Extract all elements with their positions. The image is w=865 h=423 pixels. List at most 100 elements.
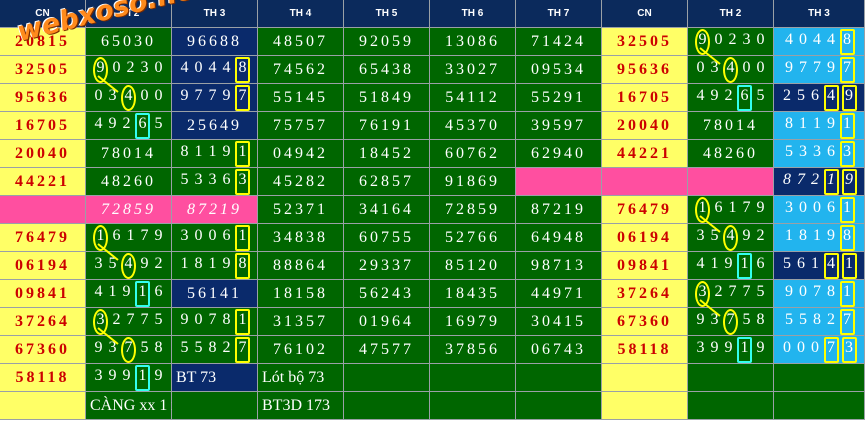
digit: 2 <box>714 282 723 300</box>
number-text: 95636 <box>617 60 672 78</box>
highlighted-digit: 4 <box>723 224 738 251</box>
number-cell: 55827 <box>774 308 865 336</box>
number-text: 41916 <box>694 252 768 279</box>
digit: 1 <box>108 282 117 300</box>
number-cell <box>688 364 774 392</box>
header-cell: CN <box>0 0 86 28</box>
note-cell: Lót bộ 73 <box>258 364 344 392</box>
number-text: 20815 <box>15 32 70 50</box>
digit: 0 <box>696 58 705 76</box>
highlighted-digit: 8 <box>235 252 250 279</box>
digit: 5 <box>154 114 163 132</box>
number-cell <box>602 392 688 420</box>
number-text: 03400 <box>92 84 166 111</box>
digit: 5 <box>180 338 189 356</box>
number-cell: 30061 <box>774 196 865 224</box>
number-text: 75757 <box>273 116 328 134</box>
digit: 0 <box>756 58 765 76</box>
number-cell: 06194 <box>0 252 86 280</box>
number-cell: 98713 <box>516 252 602 280</box>
digit: 9 <box>222 142 231 160</box>
digit: 8 <box>194 254 203 272</box>
digit: 9 <box>140 254 149 272</box>
number-cell: 74562 <box>258 56 344 84</box>
number-text: 78014 <box>703 116 758 134</box>
number-cell: 09534 <box>516 56 602 84</box>
number-cell: 47577 <box>344 336 430 364</box>
digit: 2 <box>811 170 819 188</box>
header-cell: TH 4 <box>258 0 344 28</box>
number-cell: 62940 <box>516 140 602 168</box>
digit: 1 <box>813 114 821 132</box>
number-text: 16979 <box>445 312 500 330</box>
highlighted-digit: 4 <box>823 84 839 111</box>
digit: 3 <box>742 30 751 48</box>
number-text: 41916 <box>92 280 166 307</box>
digit: 3 <box>710 58 719 76</box>
number-text: 71424 <box>531 32 586 50</box>
number-text: 60762 <box>445 144 500 162</box>
number-text: 39919 <box>92 364 166 391</box>
digit: 5 <box>140 338 149 356</box>
digit: 4 <box>696 86 705 104</box>
number-text: 18198 <box>782 224 856 251</box>
number-text: 34838 <box>273 228 328 246</box>
number-text: 20040 <box>15 144 70 162</box>
digit: 4 <box>696 254 705 272</box>
number-cell: 78014 <box>688 112 774 140</box>
digit: 6 <box>112 226 121 244</box>
digit: 7 <box>728 282 737 300</box>
number-text: 44971 <box>531 284 586 302</box>
digit: 9 <box>122 282 131 300</box>
digit: 8 <box>756 310 765 328</box>
digit: 9 <box>742 226 751 244</box>
number-cell: 32505 <box>0 56 86 84</box>
digit: 0 <box>208 226 217 244</box>
number-text: 95636 <box>15 88 70 106</box>
number-text: 37264 <box>617 284 672 302</box>
number-text: 30061 <box>782 196 856 223</box>
digit: 7 <box>799 58 807 76</box>
number-text: 16705 <box>617 88 672 106</box>
digit: 7 <box>194 86 203 104</box>
digit: 9 <box>154 226 163 244</box>
number-cell: 56141 <box>774 252 865 280</box>
number-cell: 25649 <box>774 84 865 112</box>
number-text: 30061 <box>178 224 252 251</box>
header-cell: CN <box>602 0 688 28</box>
digit: 5 <box>756 86 765 104</box>
highlighted-digit: 1 <box>93 224 108 251</box>
digit: 1 <box>208 254 217 272</box>
number-cell: 72859 <box>86 196 172 224</box>
number-cell: 16979 <box>430 308 516 336</box>
highlighted-digit: 1 <box>235 224 250 251</box>
digit: 5 <box>797 86 805 104</box>
digit: 7 <box>797 170 805 188</box>
number-text: 93758 <box>92 336 166 363</box>
digit: 6 <box>222 170 231 188</box>
number-cell: 53363 <box>172 168 258 196</box>
highlighted-digit: 3 <box>695 280 710 307</box>
digit: 3 <box>194 170 203 188</box>
number-text: 65438 <box>359 60 414 78</box>
digit: 9 <box>827 226 835 244</box>
number-cell: 76191 <box>344 112 430 140</box>
number-cell: 87219 <box>172 196 258 224</box>
number-cell: 64948 <box>516 224 602 252</box>
digit: 9 <box>756 198 765 216</box>
highlighted-digit: 7 <box>839 308 855 335</box>
number-cell: 90230 <box>688 28 774 56</box>
number-cell: 30061 <box>172 224 258 252</box>
number-text: 48507 <box>273 32 328 50</box>
number-cell: 31357 <box>258 308 344 336</box>
digit: 8 <box>208 338 217 356</box>
digit: 6 <box>797 254 805 272</box>
number-cell: 37856 <box>430 336 516 364</box>
digit: 5 <box>710 226 719 244</box>
highlighted-digit: 7 <box>235 336 250 363</box>
digit: 5 <box>785 142 793 160</box>
number-text: 56243 <box>359 284 414 302</box>
digit: 2 <box>756 226 765 244</box>
number-cell <box>688 392 774 420</box>
number-text: 39919 <box>694 336 768 363</box>
